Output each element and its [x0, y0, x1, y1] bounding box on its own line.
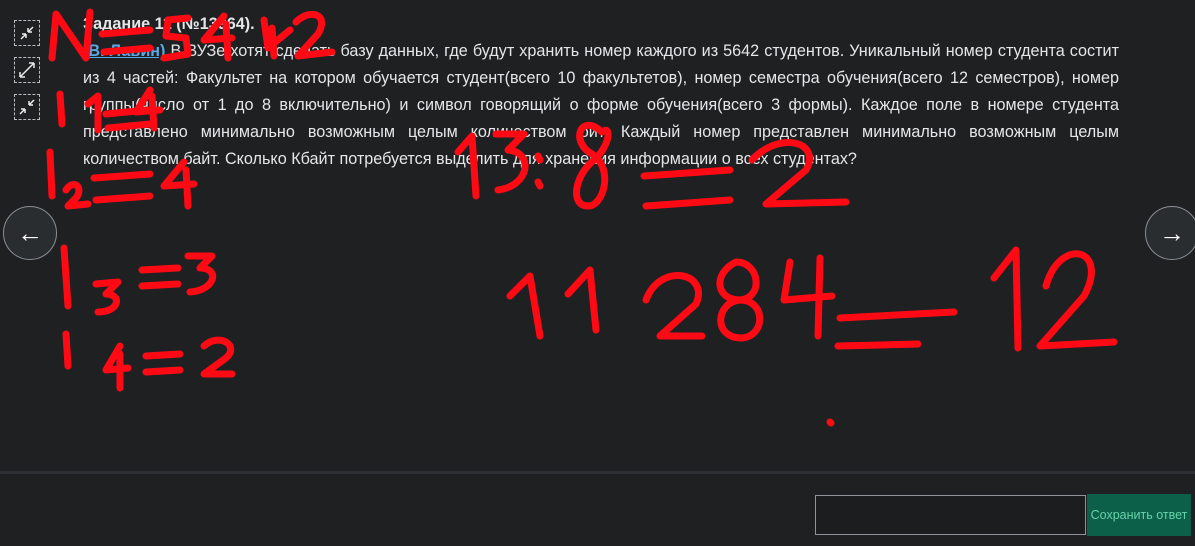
next-task-button[interactable]: →: [1145, 206, 1195, 260]
annotation-i4-equals-2: [62, 330, 236, 392]
expand-icon: [19, 62, 35, 78]
shrink-icon: [20, 26, 34, 40]
collapse-button[interactable]: [14, 94, 40, 120]
annotation-i3-equals-3: [60, 244, 217, 316]
task-page: Задание 11 (№13964). (В. Лавин) В ВУЗе х…: [0, 0, 1195, 546]
task-body: (В. Лавин) В ВУЗе хотят сделать базу дан…: [83, 38, 1119, 173]
expand-button[interactable]: [14, 57, 40, 83]
answer-input[interactable]: [815, 495, 1086, 535]
annotation-11284-equals-12: [506, 246, 1118, 427]
view-toolbar: [14, 20, 44, 131]
task-title: Задание 11 (№13964).: [83, 15, 255, 33]
task-text: В ВУЗе хотят сделать базу данных, где бу…: [83, 42, 1119, 168]
author-link[interactable]: (В. Лавин): [83, 42, 165, 60]
footer-divider: [0, 471, 1195, 474]
arrow-left-icon: ←: [17, 218, 43, 248]
save-answer-button[interactable]: Сохранить ответ: [1087, 494, 1191, 536]
task-statement: Задание 11 (№13964). (В. Лавин) В ВУЗе х…: [83, 11, 1119, 173]
arrow-right-icon: →: [1159, 218, 1185, 248]
prev-task-button[interactable]: ←: [3, 206, 57, 260]
collapse-icon: [19, 99, 35, 115]
shrink-button[interactable]: [14, 20, 40, 46]
